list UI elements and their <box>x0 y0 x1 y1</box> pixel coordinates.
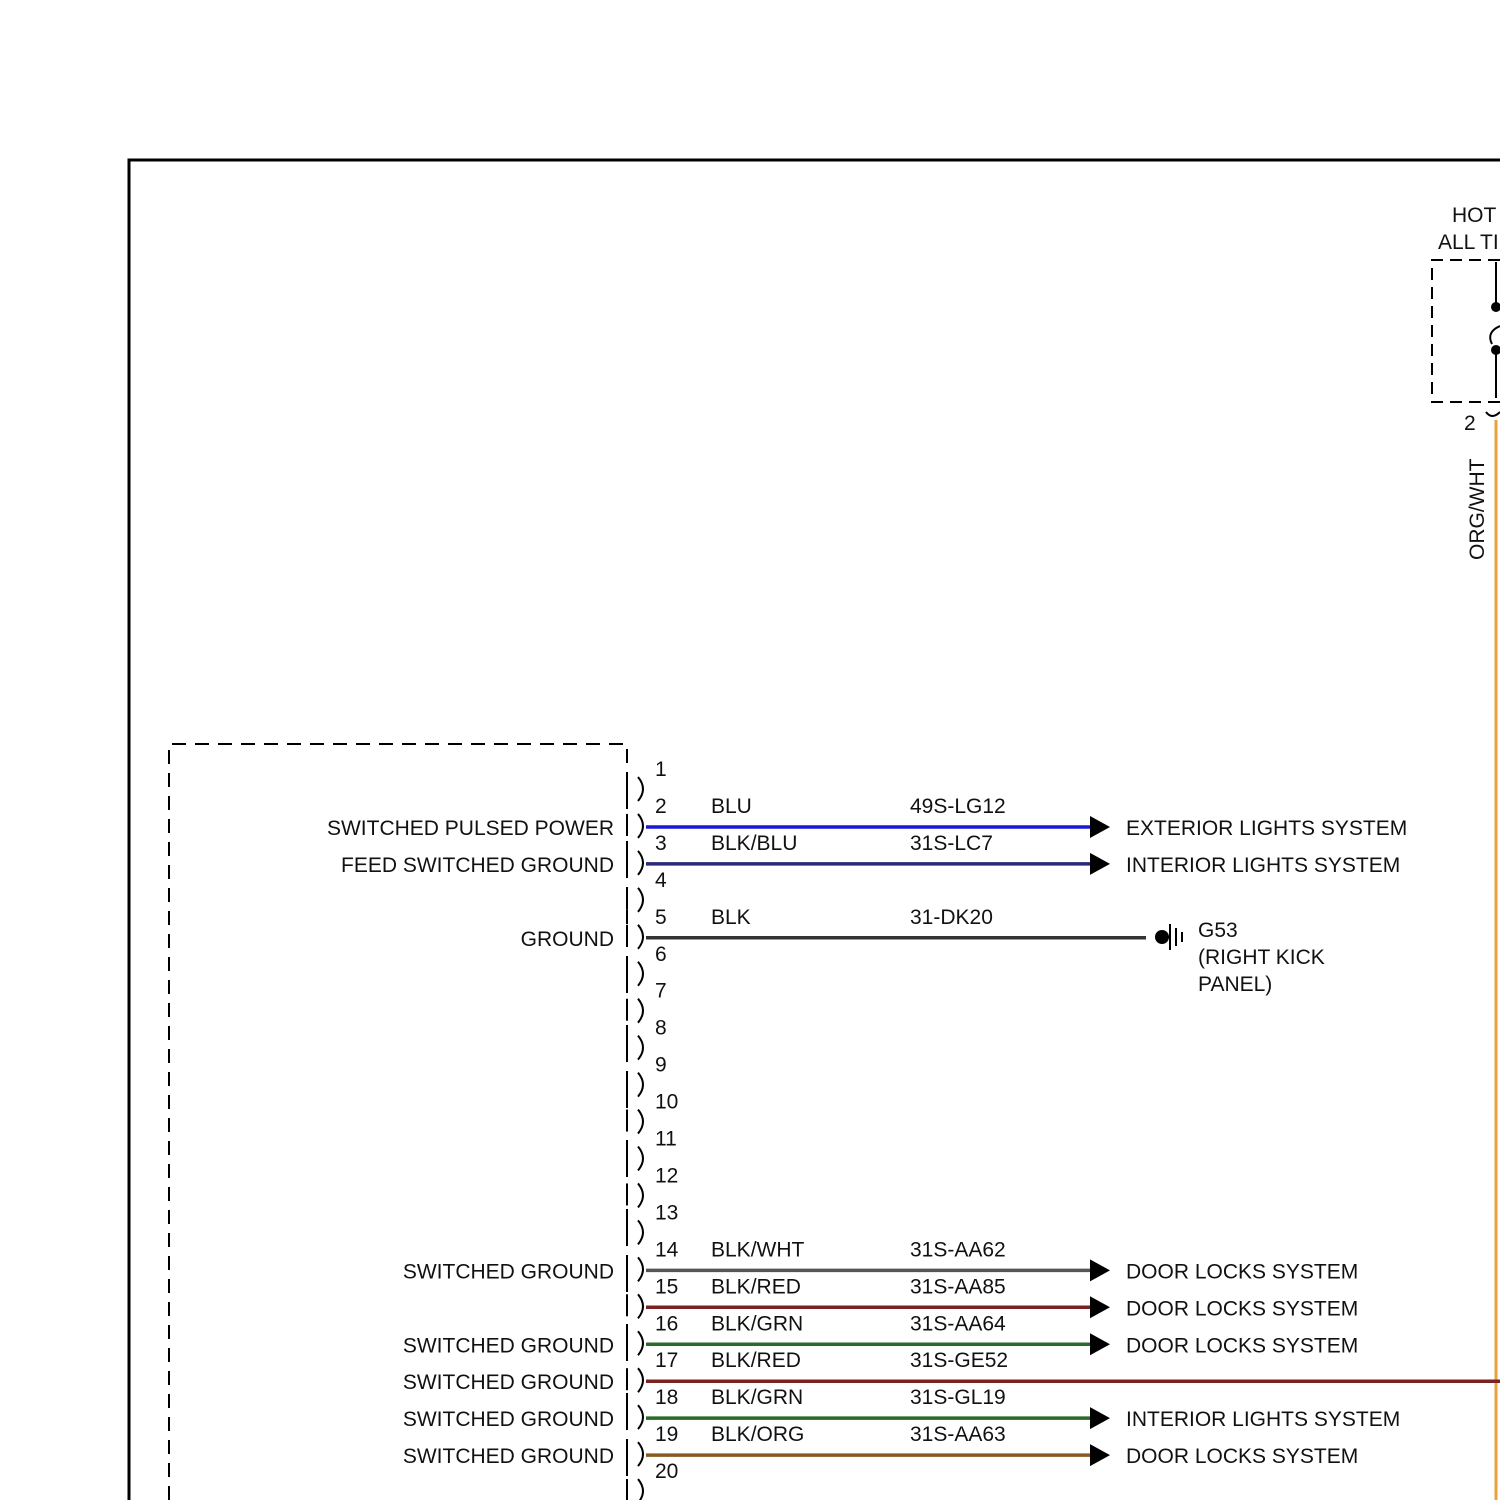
pin-number: 1 <box>655 758 667 781</box>
wire-color-label: BLK/ORG <box>711 1423 804 1446</box>
circuit: BLK 31-DK20 GROUND <box>521 906 1146 951</box>
arrow-icon <box>1090 815 1110 838</box>
connector-cavity-icon <box>637 1182 644 1209</box>
pin-number: 5 <box>655 906 667 929</box>
arrow-icon <box>1090 852 1110 875</box>
destination-label: INTERIOR LIGHTS SYSTEM <box>1126 854 1400 877</box>
wire-color-label: BLK/RED <box>711 1275 801 1298</box>
arrow-icon <box>1090 1259 1110 1282</box>
circuit-wires: EXTERIOR LIGHTS SYSTEM BLU 49S-LG12 SWITCHE… <box>327 795 1500 1468</box>
connector-cavity-icon <box>637 1108 644 1135</box>
connector-cavity-icon <box>637 1404 644 1430</box>
pin-number: 2 <box>655 795 667 818</box>
circuit-id-label: 31S-AA63 <box>910 1423 1006 1446</box>
fuse-connector-icon <box>1485 411 1500 417</box>
connector-cavity-icon <box>637 1330 644 1356</box>
function-label: SWITCHED GROUND <box>403 1371 614 1394</box>
ground-location-line2: PANEL) <box>1198 973 1272 996</box>
connector-cavity-icon <box>637 850 644 876</box>
connector-cavity-icon <box>637 1256 644 1282</box>
pin-number: 13 <box>655 1201 678 1224</box>
circuit-id-label: 31S-GE52 <box>910 1349 1008 1372</box>
connector-cavity-icon <box>637 1441 644 1467</box>
fuse-pin-number: 2 <box>1464 412 1476 435</box>
connector-cavity-icon <box>637 998 644 1024</box>
wire-color-label: BLU <box>711 795 752 818</box>
connector-cavity-icon <box>637 1071 644 1098</box>
org-wht-wire-label: ORG/WHT <box>1466 458 1489 560</box>
arrow-icon <box>1090 1444 1110 1467</box>
module-connector: 1234567891011121314151617181920 <box>626 758 679 1500</box>
wire-color-label: BLK/GRN <box>711 1312 803 1335</box>
function-label: SWITCHED GROUND <box>403 1260 614 1283</box>
pin-number: 12 <box>655 1164 678 1187</box>
connector-cavity-icon <box>637 1219 644 1246</box>
arrow-icon <box>1090 1333 1110 1356</box>
circuit-id-label: 31S-AA62 <box>910 1238 1006 1261</box>
connector-cavity-icon <box>637 1478 644 1500</box>
circuit-id-label: 31S-AA64 <box>910 1312 1006 1335</box>
connector-cavity-icon <box>637 924 644 950</box>
connector-cavity-icon <box>637 1293 644 1319</box>
pin-number: 3 <box>655 832 667 855</box>
function-label: GROUND <box>521 928 614 951</box>
destination-label: DOOR LOCKS SYSTEM <box>1126 1445 1358 1468</box>
wire-color-label: BLK/BLU <box>711 832 797 855</box>
connector-cavity-icon <box>637 1367 644 1393</box>
function-label: SWITCHED GROUND <box>403 1408 614 1431</box>
pin-number: 4 <box>655 869 667 892</box>
destination-label: EXTERIOR LIGHTS SYSTEM <box>1126 817 1407 840</box>
destination-label: DOOR LOCKS SYSTEM <box>1126 1297 1358 1320</box>
circuit-id-label: 31S-GL19 <box>910 1386 1006 1409</box>
pin-number: 9 <box>655 1054 667 1077</box>
wire-color-label: BLK/RED <box>711 1349 801 1372</box>
circuit: DOOR LOCKS SYSTEM BLK/WHT 31S-AA62 SWITCHED… <box>403 1238 1358 1283</box>
ground-name: G53 <box>1198 919 1238 942</box>
wire-color-label: BLK/WHT <box>711 1238 805 1261</box>
pin-number: 20 <box>655 1460 678 1483</box>
pin-number: 10 <box>655 1091 678 1114</box>
circuit-id-label: 49S-LG12 <box>910 795 1006 818</box>
pin-number: 19 <box>655 1423 678 1446</box>
pin-number: 7 <box>655 980 667 1003</box>
wire-color-label: BLK <box>711 906 751 929</box>
function-label: SWITCHED GROUND <box>403 1334 614 1357</box>
pin-number: 17 <box>655 1349 678 1372</box>
pin-number: 8 <box>655 1017 667 1040</box>
destination-label: DOOR LOCKS SYSTEM <box>1126 1334 1358 1357</box>
ground-location-line1: (RIGHT KICK <box>1198 946 1325 969</box>
connector-cavity-icon <box>637 887 644 913</box>
wiring-diagram: HOT ALL TI 2 ORG/WHT 1234567891011121314… <box>127 158 1500 1500</box>
connector-cavity-icon <box>637 1035 644 1061</box>
function-label: FEED SWITCHED GROUND <box>341 854 614 877</box>
function-label: SWITCHED PULSED POWER <box>327 817 614 840</box>
pin-number: 18 <box>655 1386 678 1409</box>
fuse-label-line1: HOT <box>1452 204 1497 227</box>
fuse-terminal-top <box>1491 302 1500 312</box>
circuit-id-label: 31S-AA85 <box>910 1275 1006 1298</box>
circuit-id-label: 31-DK20 <box>910 906 993 929</box>
circuit-id-label: 31S-LC7 <box>910 832 993 855</box>
function-label: SWITCHED GROUND <box>403 1445 614 1468</box>
circuit: EXTERIOR LIGHTS SYSTEM BLU 49S-LG12 SWITCHE… <box>327 795 1407 840</box>
connector-cavity-icon <box>637 776 644 802</box>
arrow-icon <box>1090 1296 1110 1319</box>
pin-number: 16 <box>655 1312 678 1335</box>
fuse-label-line2: ALL TI <box>1438 231 1499 254</box>
fuse-element-icon <box>1489 325 1500 345</box>
pin-number: 11 <box>655 1128 677 1151</box>
pin-number: 14 <box>655 1238 679 1261</box>
pin-number: 6 <box>655 943 667 966</box>
wire-color-label: BLK/GRN <box>711 1386 803 1409</box>
connector-cavity-icon <box>637 1145 644 1172</box>
destination-label: DOOR LOCKS SYSTEM <box>1126 1260 1358 1283</box>
arrow-icon <box>1090 1407 1110 1430</box>
fuse-block: HOT ALL TI 2 ORG/WHT <box>1431 204 1500 1500</box>
ground-point: G53 (RIGHT KICK PANEL) <box>1155 919 1325 996</box>
pin-number: 15 <box>655 1275 678 1298</box>
destination-label: INTERIOR LIGHTS SYSTEM <box>1126 1408 1400 1431</box>
fuse-block-outline <box>1431 259 1500 403</box>
connector-cavity-icon <box>637 961 644 987</box>
connector-cavity-icon <box>637 813 644 839</box>
